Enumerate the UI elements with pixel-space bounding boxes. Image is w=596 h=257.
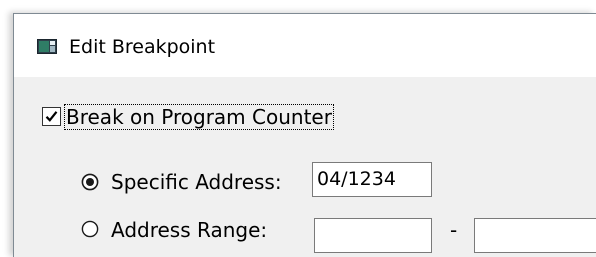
range-separator: - — [450, 218, 458, 242]
break-on-pc-label[interactable]: Break on Program Counter — [64, 104, 334, 130]
specific-address-input[interactable]: 04/1234 — [312, 162, 432, 197]
title-bar[interactable]: Edit Breakpoint — [14, 14, 596, 77]
app-window-icon — [37, 39, 57, 54]
dialog-body: Break on Program Counter Specific Addres… — [14, 77, 596, 257]
checkmark-icon — [45, 111, 58, 122]
specific-address-radio[interactable] — [81, 173, 99, 191]
specific-address-label[interactable]: Specific Address: — [111, 170, 282, 194]
address-range-start-input[interactable] — [314, 218, 432, 253]
address-range-label[interactable]: Address Range: — [111, 218, 267, 242]
address-range-end-input[interactable] — [474, 218, 596, 253]
screen: Edit Breakpoint Break on Program Counter… — [0, 0, 596, 257]
dialog-title: Edit Breakpoint — [69, 36, 216, 58]
break-on-pc-checkbox[interactable] — [42, 107, 61, 126]
address-range-radio[interactable] — [81, 220, 99, 238]
edit-breakpoint-dialog: Edit Breakpoint Break on Program Counter… — [13, 13, 596, 257]
